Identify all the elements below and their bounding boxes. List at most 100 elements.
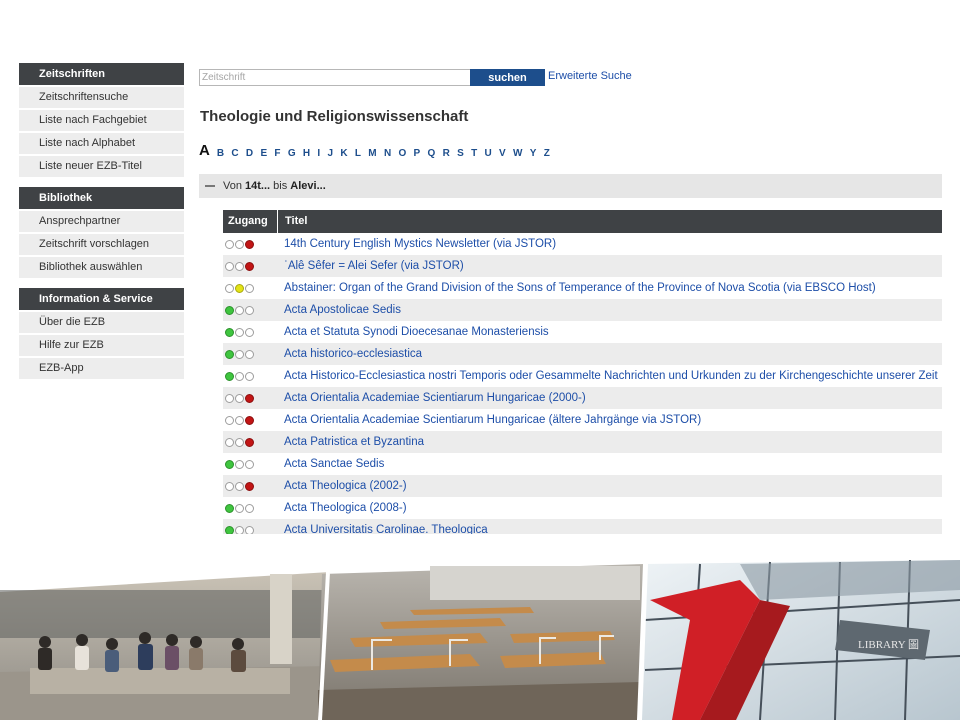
alphabet-letter-p[interactable]: P [414,148,421,159]
journal-title-link[interactable]: Acta et Statuta Synodi Dioecesanae Monas… [279,326,549,338]
table-row: Acta Historico-Ecclesiastica nostri Temp… [223,365,942,387]
alphabet-letter-f[interactable]: F [274,148,280,159]
red-dot-icon [245,305,254,315]
range-to: Alevi... [290,180,326,192]
green-dot-icon [225,481,234,491]
nav-item-zeitschriftensuche[interactable]: Zeitschriftensuche [19,87,184,108]
journal-title-link[interactable]: Acta Sanctae Sedis [279,458,384,470]
alphabet-letter-q[interactable]: Q [428,148,436,159]
alphabet-letter-s[interactable]: S [457,148,464,159]
nav-item-hilfe[interactable]: Hilfe zur EZB [19,335,184,356]
alphabet-letter-w[interactable]: W [513,148,522,159]
alphabet-letter-k[interactable]: K [340,148,347,159]
journal-title-link[interactable]: Acta Orientalia Academiae Scientiarum Hu… [279,392,586,404]
advanced-search-link[interactable]: Erweiterte Suche [548,70,632,82]
access-traffic-light [223,393,279,403]
yellow-dot-icon [235,371,244,381]
green-dot-icon [225,503,234,513]
table-row: Acta Apostolicae Sedis [223,299,942,321]
journal-title-link[interactable]: Acta Theologica (2008-) [279,502,407,514]
alphabet-letter-a[interactable]: A [199,142,210,159]
alphabet-letter-j[interactable]: J [328,148,334,159]
red-dot-icon [245,503,254,513]
alphabet-letter-z[interactable]: Z [544,148,550,159]
alphabet-letter-b[interactable]: B [217,148,224,159]
alphabet-letter-v[interactable]: V [499,148,506,159]
photo-reading-hall [318,564,645,720]
yellow-dot-icon [235,327,244,337]
alphabet-nav: ABCDEFGHIJKLMNOPQRSTUVWYZ [199,141,557,159]
search-button[interactable]: suchen [470,69,545,86]
table-header: Zugang Titel [223,210,942,233]
alphabet-letter-c[interactable]: C [231,148,238,159]
table-body: 14th Century English Mystics Newsletter … [223,233,942,534]
nav-block-zeitschriften: Zeitschriften Zeitschriftensuche Liste n… [19,63,184,177]
alphabet-letter-n[interactable]: N [384,148,391,159]
yellow-dot-icon [235,261,244,271]
access-traffic-light [223,371,279,381]
journal-title-link[interactable]: ʿAlê Sêfer = Alei Sefer (via JSTOR) [279,260,464,272]
yellow-dot-icon [235,415,244,425]
access-traffic-light [223,261,279,271]
journal-title-link[interactable]: Abstainer: Organ of the Grand Division o… [279,282,876,294]
nav-item-liste-neuer-titel[interactable]: Liste neuer EZB-Titel [19,156,184,177]
nav-heading-bibliothek: Bibliothek [19,187,184,209]
range-from: 14t... [245,180,271,192]
nav-item-ueber-die-ezb[interactable]: Über die EZB [19,312,184,333]
alphabet-letter-h[interactable]: H [303,148,310,159]
alphabet-letter-l[interactable]: L [355,148,361,159]
column-header-titel: Titel [285,215,308,227]
access-traffic-light [223,283,279,293]
nav-item-zeitschrift-vorschlagen[interactable]: Zeitschrift vorschlagen [19,234,184,255]
red-dot-icon [245,371,254,381]
alphabet-letter-g[interactable]: G [288,148,296,159]
alphabet-letter-y[interactable]: Y [530,148,537,159]
yellow-dot-icon [235,283,244,293]
journal-title-link[interactable]: Acta Historico-Ecclesiastica nostri Temp… [279,370,938,382]
green-dot-icon [225,327,234,337]
access-traffic-light [223,437,279,447]
journal-title-link[interactable]: Acta Apostolicae Sedis [279,304,401,316]
alphabet-letter-r[interactable]: R [443,148,450,159]
alphabet-letter-d[interactable]: D [246,148,253,159]
alphabet-letter-o[interactable]: O [398,148,406,159]
page-title: Theologie und Religionswissenschaft [200,108,469,125]
sidebar: Zeitschriften Zeitschriftensuche Liste n… [19,63,184,389]
journal-title-link[interactable]: Acta Theologica (2002-) [279,480,407,492]
nav-item-bibliothek-auswaehlen[interactable]: Bibliothek auswählen [19,257,184,278]
journal-title-link[interactable]: Acta historico-ecclesiastica [279,348,422,360]
search-input[interactable] [199,69,471,86]
yellow-dot-icon [235,503,244,513]
table-row: Acta et Statuta Synodi Dioecesanae Monas… [223,321,942,343]
red-dot-icon [245,393,254,403]
alphabet-letter-t[interactable]: T [471,148,477,159]
green-dot-icon [225,261,234,271]
yellow-dot-icon [235,525,244,534]
journal-title-link[interactable]: Acta Orientalia Academiae Scientiarum Hu… [279,414,701,426]
alphabet-letter-e[interactable]: E [260,148,267,159]
journal-title-link[interactable]: Acta Patristica et Byzantina [279,436,424,448]
access-traffic-light [223,415,279,425]
table-row: Acta Orientalia Academiae Scientiarum Hu… [223,387,942,409]
yellow-dot-icon [235,459,244,469]
journal-title-link[interactable]: 14th Century English Mystics Newsletter … [279,238,556,250]
nav-item-ezb-app[interactable]: EZB-App [19,358,184,379]
nav-item-liste-nach-alphabet[interactable]: Liste nach Alphabet [19,133,184,154]
red-dot-icon [245,239,254,249]
green-dot-icon [225,459,234,469]
nav-item-ansprechpartner[interactable]: Ansprechpartner [19,211,184,232]
green-dot-icon [225,305,234,315]
table-row: 14th Century English Mystics Newsletter … [223,233,942,255]
alphabet-letter-u[interactable]: U [485,148,492,159]
nav-heading-zeitschriften: Zeitschriften [19,63,184,85]
nav-item-liste-nach-fachgebiet[interactable]: Liste nach Fachgebiet [19,110,184,131]
table-row: ʿAlê Sêfer = Alei Sefer (via JSTOR) [223,255,942,277]
journal-table: Zugang Titel 14th Century English Mystic… [223,210,942,534]
journal-title-link[interactable]: Acta Universitatis Carolinae. Theologica [279,524,488,534]
alphabet-letter-i[interactable]: I [317,148,320,159]
collapse-minus-icon[interactable] [205,185,215,187]
red-dot-icon [245,437,254,447]
green-dot-icon [225,437,234,447]
alphabet-letter-m[interactable]: M [368,148,376,159]
photo-students [0,572,330,720]
